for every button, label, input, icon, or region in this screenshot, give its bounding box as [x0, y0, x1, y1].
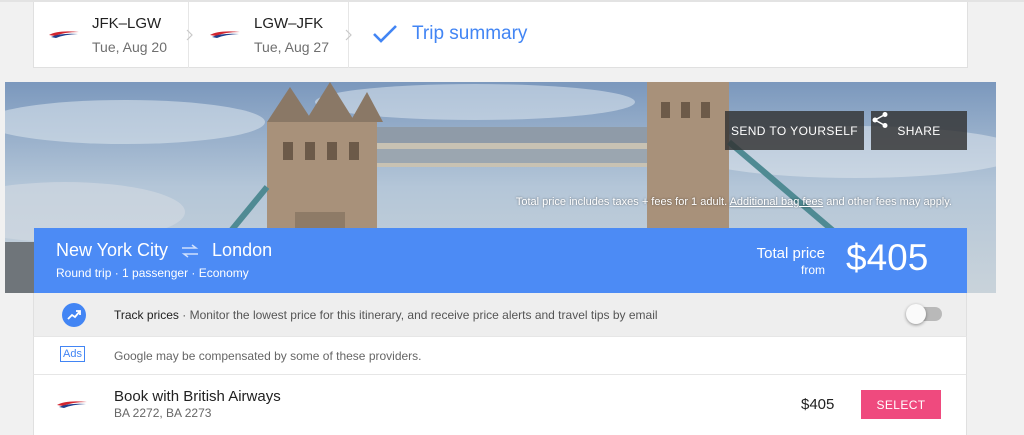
- booking-price: $405: [801, 396, 835, 413]
- ads-disclosure-text: Google may be compensated by some of the…: [114, 349, 422, 363]
- trip-meta: Round trip · 1 passenger · Economy: [56, 266, 249, 280]
- step-label: Trip summary: [412, 23, 528, 44]
- step-date: Tue, Aug 27: [254, 39, 329, 55]
- disclaimer-prefix: Total price includes taxes + fees for 1 …: [515, 196, 728, 208]
- share-icon: [872, 112, 888, 128]
- step-outbound-flight[interactable]: JFK–LGW Tue, Aug 20: [34, 2, 193, 68]
- send-label: SEND TO YOURSELF: [730, 123, 859, 138]
- disclaimer-suffix: and other fees may apply.: [826, 196, 952, 208]
- step-route: JFK–LGW: [92, 15, 162, 32]
- booking-provider-title: Book with British Airways: [114, 388, 281, 405]
- from-label: from: [801, 263, 825, 277]
- british-airways-logo-icon: [49, 31, 79, 38]
- share-button[interactable]: SHARE: [871, 111, 967, 150]
- british-airways-logo-icon: [57, 401, 87, 408]
- track-prices-toggle[interactable]: [906, 304, 942, 324]
- trending-icon: [62, 303, 86, 327]
- booking-option-row: Book with British Airways BA 2272, BA 22…: [33, 375, 967, 435]
- toggle-knob: [906, 304, 926, 324]
- price-disclaimer: Total price includes taxes + fees for 1 …: [516, 196, 952, 208]
- select-label: SELECT: [876, 397, 926, 412]
- track-prices-text: Track prices · Monitor the lowest price …: [114, 308, 658, 322]
- british-airways-logo-icon: [210, 31, 240, 38]
- share-label: SHARE: [897, 123, 941, 138]
- step-route: LGW–JFK: [254, 15, 324, 32]
- flight-numbers: BA 2272, BA 2273: [114, 406, 212, 420]
- ads-disclosure-row: Ads Google may be compensated by some of…: [33, 337, 967, 375]
- check-icon: [373, 25, 397, 43]
- trip-stepper: JFK–LGW Tue, Aug 20 LGW–JFK Tue, Aug 27 …: [0, 0, 1024, 68]
- select-button[interactable]: SELECT: [861, 390, 941, 419]
- track-prices-title: Track prices: [114, 308, 179, 322]
- step-return-flight[interactable]: LGW–JFK Tue, Aug 27: [189, 2, 352, 68]
- track-prices-row: Track prices · Monitor the lowest price …: [33, 293, 967, 337]
- track-prices-description: Monitor the lowest price for this itiner…: [189, 308, 658, 322]
- stepper-container: JFK–LGW Tue, Aug 20 LGW–JFK Tue, Aug 27 …: [33, 2, 968, 68]
- ads-badge: Ads: [60, 346, 85, 362]
- total-price-label: Total price: [756, 245, 825, 262]
- route-cities: New York City London: [56, 240, 272, 261]
- bag-fees-link[interactable]: Additional bag fees: [730, 196, 824, 208]
- trip-summary-bar: New York City London Round trip · 1 pass…: [34, 228, 967, 293]
- step-date: Tue, Aug 20: [92, 39, 167, 55]
- send-to-yourself-button[interactable]: SEND TO YOURSELF: [725, 111, 864, 150]
- round-trip-arrows-icon: [181, 243, 199, 258]
- destination-city: London: [212, 240, 273, 260]
- total-price-value: $405: [846, 237, 929, 278]
- step-trip-summary[interactable]: Trip summary: [349, 2, 549, 68]
- origin-city: New York City: [56, 240, 169, 260]
